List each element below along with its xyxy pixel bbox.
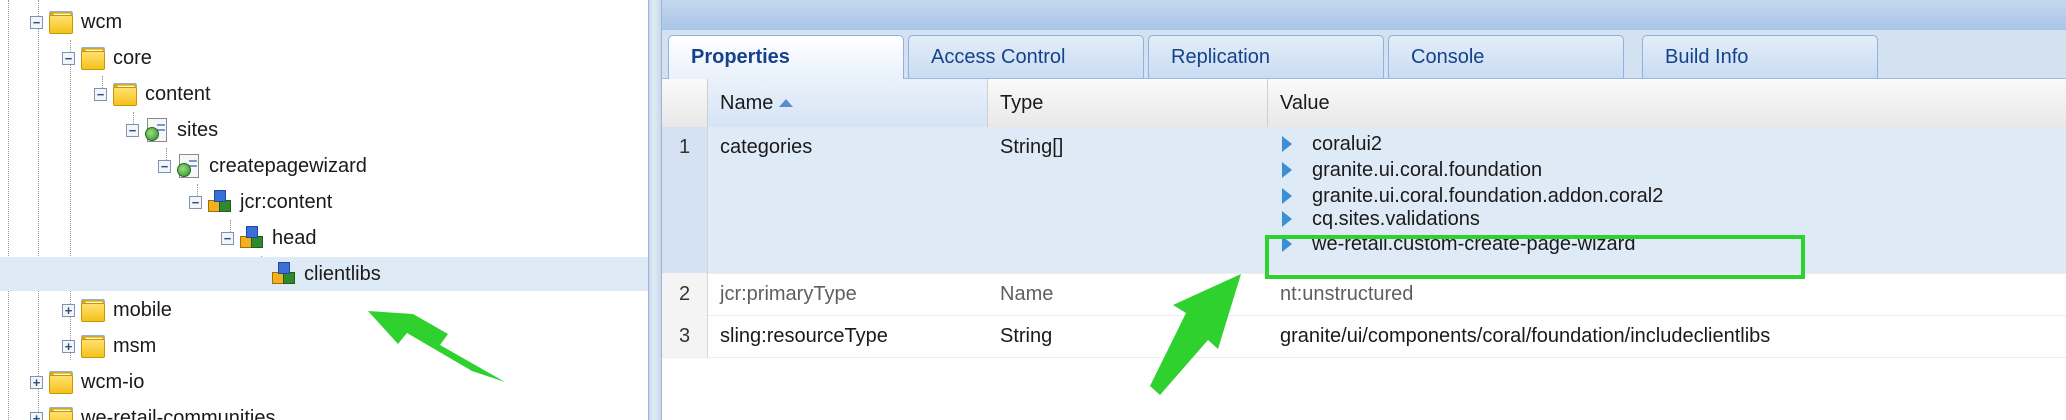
panel-splitter[interactable] [648,0,662,420]
expand-arrow-icon [1282,136,1292,152]
tab-strip: Properties Access Control Replication Co… [662,30,2066,79]
tree-node-head[interactable]: − head [221,221,317,255]
tree-node-content[interactable]: − content [94,77,211,111]
page-icon [143,116,171,144]
column-header-name[interactable]: Name [708,79,988,127]
table-row[interactable]: 2 jcr:primaryType Name nt:unstructured [662,273,2066,316]
collapse-toggle-icon[interactable]: − [189,195,202,209]
tree-node-label: head [272,226,317,249]
folder-icon [47,8,75,36]
tree-node-label: jcr:content [240,190,333,213]
property-type: Name [1000,283,1054,305]
tree-node-jcr-content[interactable]: − jcr:content [189,185,332,219]
tab-access-control[interactable]: Access Control [908,35,1144,78]
tree-node-wcm[interactable]: − wcm [30,5,122,39]
column-header-label: Name [720,91,774,114]
value-text: coralui2 [1312,132,1383,155]
property-value: nt:unstructured [1280,283,1414,305]
node-icon [206,188,234,216]
tree-node-label: wcm [81,10,123,33]
properties-panel: Properties Access Control Replication Co… [662,0,2066,420]
column-header-label: Type [1000,91,1044,114]
repository-tree: − wcm − core − content − sites − createp… [0,0,648,420]
value-text: granite.ui.coral.foundation.addon.coral2 [1312,184,1664,207]
folder-icon [79,296,107,324]
property-name: jcr:primaryType [720,283,857,305]
collapse-toggle-icon[interactable]: − [126,123,139,137]
value-item[interactable]: coralui2 [1280,131,2048,157]
property-name: sling:resourceType [720,325,888,347]
expand-toggle-icon[interactable]: + [62,303,75,317]
folder-icon [79,44,107,72]
property-value: granite/ui/components/coral/foundation/i… [1280,325,1771,347]
node-icon [238,224,266,252]
tab-properties[interactable]: Properties [668,35,904,79]
tree-node-label: core [113,46,152,69]
tree-node-we-retail-communities[interactable]: + we-retail-communities [30,401,276,420]
column-header-rownum [662,79,708,127]
collapse-toggle-icon[interactable]: − [158,159,171,173]
tree-node-core[interactable]: − core [62,41,152,75]
collapse-toggle-icon[interactable]: − [94,87,107,101]
table-row[interactable]: 1 categories String[] coralui2 granite.u… [662,127,2066,279]
tab-build-info[interactable]: Build Info [1642,35,1878,78]
expand-arrow-icon [1282,162,1292,178]
tree-node-label: mobile [113,298,172,321]
tree-node-sites[interactable]: − sites [126,113,218,147]
node-icon [270,260,298,288]
tree-node-mobile[interactable]: + mobile [62,293,172,327]
collapse-toggle-icon[interactable]: − [62,51,75,65]
tree-node-label: sites [177,118,219,141]
column-header-label: Value [1280,91,1330,114]
tree-node-msm[interactable]: + msm [62,329,156,363]
tree-node-label: msm [113,334,157,357]
page-icon [175,152,203,180]
tree-node-clientlibs[interactable]: clientlibs [0,257,648,291]
value-item[interactable]: granite.ui.coral.foundation.addon.coral2 [1280,183,2048,209]
folder-icon [47,404,75,420]
table-row[interactable]: 3 sling:resourceType String granite/ui/c… [662,315,2066,358]
collapse-toggle-icon[interactable]: − [221,231,234,245]
property-type: String[] [1000,136,1064,158]
property-name: categories [720,136,813,158]
value-item[interactable]: granite.ui.coral.foundation [1280,157,2048,183]
expand-toggle-icon[interactable]: + [30,375,43,389]
properties-grid: Name Type Value 1 categories String[] co… [662,79,2066,420]
expand-arrow-icon [1282,211,1292,227]
tree-node-createpagewizard[interactable]: − createpagewizard [158,149,367,183]
folder-icon [79,332,107,360]
property-type: String [1000,325,1053,347]
column-header-value[interactable]: Value [1268,79,2066,127]
row-number: 3 [662,315,708,357]
tree-node-label: content [145,82,211,105]
value-text: cq.sites.validations [1312,209,1480,229]
tree-node-label: clientlibs [304,262,381,285]
row-number: 1 [662,127,708,273]
collapse-toggle-icon[interactable]: − [30,15,43,29]
expand-arrow-icon [1282,188,1292,204]
tree-node-label: wcm-io [81,370,145,393]
value-text: granite.ui.coral.foundation [1312,158,1543,181]
grid-header: Name Type Value [662,79,2066,128]
tree-node-wcm-io[interactable]: + wcm-io [30,365,144,399]
sort-ascending-icon [779,99,794,107]
row-number: 2 [662,273,708,315]
column-header-type[interactable]: Type [988,79,1268,127]
tree-node-label: createpagewizard [209,154,367,177]
expand-toggle-icon[interactable]: + [62,339,75,353]
folder-icon [111,80,139,108]
tab-console[interactable]: Console [1388,35,1624,78]
expand-toggle-icon[interactable]: + [30,411,43,420]
tab-replication[interactable]: Replication [1148,35,1384,78]
panel-header [662,0,2066,31]
tree-node-label: we-retail-communities [81,406,276,420]
value-item[interactable]: cq.sites.validations [1280,209,2048,229]
folder-icon [47,368,75,396]
